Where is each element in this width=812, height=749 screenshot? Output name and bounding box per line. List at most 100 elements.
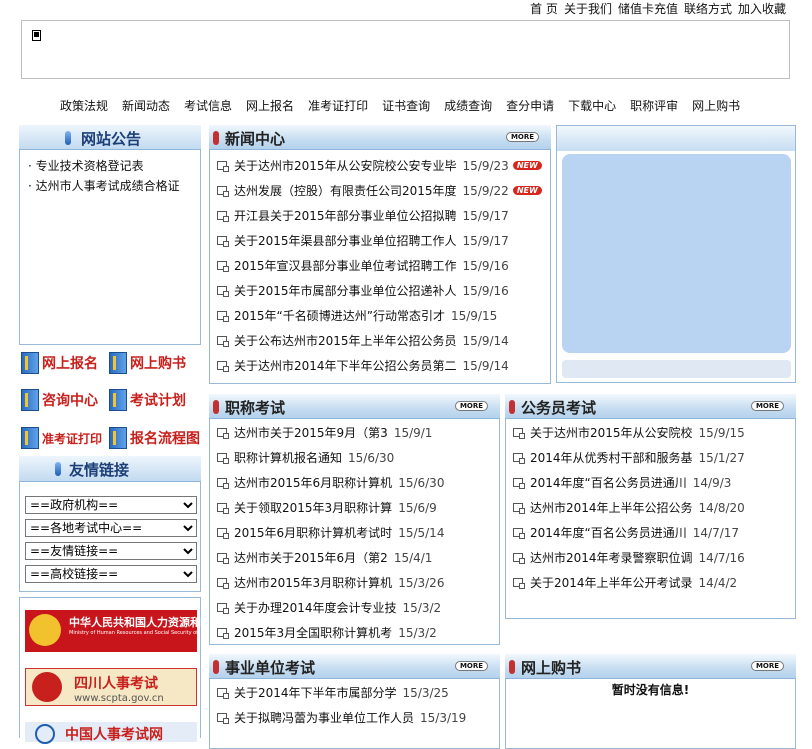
news-row[interactable]: 关于公布达州市2015年上半年公招公务员 15/9/14 [210,328,550,353]
news-row[interactable]: 关于达州市2014年下半年公招公务员第二 15/9/14 [210,353,550,378]
logo-panel: 中华人民共和国人力资源和社会保障部 Ministry of Human Reso… [19,597,256,744]
news-link[interactable]: 关于2015年市属部分事业单位公招递补人 [234,282,457,299]
top-link[interactable]: 储值卡充值 [618,0,678,18]
announcement-item[interactable]: · 专业技术资格登记表 [28,156,200,176]
title_exam-link[interactable]: 关于领取2015年3月职称计算 [234,499,392,516]
news-date: 15/9/17 [462,208,509,223]
public-inst-more-button[interactable]: MORE [455,661,488,671]
civil-link[interactable]: 达州市2014年上半年公招公务 [530,499,693,516]
new-badge-icon: NEW [512,186,542,195]
civil-link[interactable]: 2014年度“百名公务员进通川 [530,524,687,541]
title_exam-link[interactable]: 达州市2015年6月职称计算机 [234,474,392,491]
news-link[interactable]: 关于达州市2015年从公安院校公安专业毕 [234,157,457,174]
news-link[interactable]: 2015年“千名硕博进达州”行动常态引才 [234,307,445,324]
public_inst-link[interactable]: 关于2014年下半年市属部分学 [234,684,397,701]
scpta-logo-link[interactable]: 四川人事考试 www.scpta.gov.cn [25,668,197,706]
quick-link[interactable]: 报名流程图 [109,427,200,449]
quick-link[interactable]: 咨询中心 [21,389,98,411]
news-row[interactable]: 关于2015年渠县部分事业单位招聘工作人 15/9/17 [210,228,550,253]
top-link[interactable]: 加入收藏 [738,0,786,18]
quick-link[interactable]: 网上报名 [21,352,98,374]
title_exam-link[interactable]: 达州市关于2015年6月（第2 [234,549,388,566]
news-more-button[interactable]: MORE [506,132,539,142]
player-controls[interactable] [562,360,791,378]
news-link[interactable]: 开江县关于2015年部分事业单位公招拟聘 [234,207,457,224]
public_inst-row[interactable]: 关于拟聘冯蕾为事业单位工作人员 15/3/19 [210,705,499,730]
title-exam-more-button[interactable]: MORE [455,401,488,411]
news-link[interactable]: 关于公布达州市2015年上半年公招公务员 [234,332,457,349]
quick-link[interactable]: 网上购书 [109,352,186,374]
top-link[interactable]: 首 页 [530,0,558,18]
civil-link[interactable]: 2014年度“百名公务员进通川 [530,474,687,491]
quick-link[interactable]: 准考证打印 [21,427,102,449]
civil-row[interactable]: 2014年度“百名公务员进通川 14/7/17 [506,520,795,545]
nav-item[interactable]: 网上购书 [692,97,740,114]
title_exam-link[interactable]: 关于办理2014年度会计专业技 [234,599,397,616]
public_inst-link[interactable]: 关于拟聘冯蕾为事业单位工作人员 [234,709,414,726]
top-link[interactable]: 关于我们 [564,0,612,18]
news-row[interactable]: 2015年“千名硕博进达州”行动常态引才 15/9/15 [210,303,550,328]
books-more-button[interactable]: MORE [751,661,784,671]
news-link[interactable]: 达州发展（控股）有限责任公司2015年度 [234,182,457,199]
civil-link[interactable]: 2014年从优秀村干部和服务基 [530,449,693,466]
news-row[interactable]: 2015年宣汉县部分事业单位考试招聘工作 15/9/16 [210,253,550,278]
news-link[interactable]: 关于达州市2014年下半年公招公务员第二 [234,357,457,374]
nav-item[interactable]: 证书查询 [382,97,430,114]
civil-row[interactable]: 关于2014年上半年公开考试录 14/4/2 [506,570,795,595]
news-link[interactable]: 关于2015年渠县部分事业单位招聘工作人 [234,232,457,249]
civil-more-button[interactable]: MORE [751,401,784,411]
nav-item[interactable]: 成绩查询 [444,97,492,114]
nav-item[interactable]: 网上报名 [246,97,294,114]
title_exam-row[interactable]: 2015年6月职称计算机考试时 15/5/14 [210,520,499,545]
news-row[interactable]: 达州发展（控股）有限责任公司2015年度 15/9/22 NEW [210,178,550,203]
title_exam-row[interactable]: 达州市关于2015年6月（第2 15/4/1 [210,545,499,570]
title_exam-link[interactable]: 达州市关于2015年9月（第3 [234,424,388,441]
friend-link-select[interactable]: ==高校链接== [25,565,197,583]
civil-link[interactable]: 达州市2014年考录警察职位调 [530,549,693,566]
civil-date: 14/7/16 [698,550,745,565]
friend-link-select[interactable]: ==政府机构== [25,496,197,514]
friend-link-select[interactable]: ==各地考试中心== [25,519,197,537]
title_exam-row[interactable]: 关于办理2014年度会计专业技 15/3/2 [210,595,499,620]
title_exam-link[interactable]: 2015年3月全国职称计算机考 [234,624,392,641]
title_exam-link[interactable]: 职称计算机报名通知 [234,449,342,466]
news-row[interactable]: 关于2015年市属部分事业单位公招递补人 15/9/16 [210,278,550,303]
nav-item[interactable]: 查分申请 [506,97,554,114]
news-link[interactable]: 2015年宣汉县部分事业单位考试招聘工作 [234,257,457,274]
civil-link[interactable]: 关于2014年上半年公开考试录 [530,574,693,591]
civil-row[interactable]: 2014年度“百名公务员进通川 14/9/3 [506,470,795,495]
mohrss-logo-link[interactable]: 中华人民共和国人力资源和社会保障部 Ministry of Human Reso… [25,610,256,652]
title_exam-link[interactable]: 2015年6月职称计算机考试时 [234,524,392,541]
title_exam-row[interactable]: 达州市关于2015年9月（第3 15/9/1 [210,420,499,445]
title_exam-row[interactable]: 达州市2015年6月职称计算机 15/6/30 [210,470,499,495]
civil-row[interactable]: 达州市2014年上半年公招公务 14/8/20 [506,495,795,520]
friend-link-select[interactable]: ==友情链接== [25,542,197,560]
media-panel [556,125,796,383]
public_inst-row[interactable]: 关于2014年下半年市属部分学 15/3/25 [210,680,499,705]
title_exam-row[interactable]: 关于领取2015年3月职称计算 15/6/9 [210,495,499,520]
civil-row[interactable]: 达州市2014年考录警察职位调 14/7/16 [506,545,795,570]
civil-link[interactable]: 关于达州市2015年从公安院校 [530,424,693,441]
top-link[interactable]: 联络方式 [684,0,732,18]
nav-item[interactable]: 下载中心 [568,97,616,114]
title_exam-link[interactable]: 达州市2015年3月职称计算机 [234,574,392,591]
title_exam-row[interactable]: 2015年3月全国职称计算机考 15/3/2 [210,620,499,645]
cpta-logo-link[interactable]: 中国人事考试网 [25,722,197,744]
nav-item[interactable]: 新闻动态 [122,97,170,114]
civil-row[interactable]: 2014年从优秀村干部和服务基 15/1/27 [506,445,795,470]
nav-item[interactable]: 政策法规 [60,97,108,114]
news-row[interactable]: 开江县关于2015年部分事业单位公招拟聘 15/9/17 [210,203,550,228]
quick-link[interactable]: 考试计划 [109,389,186,411]
news-row[interactable]: 关于达州市2015年从公安院校公安专业毕 15/9/23 NEW [210,153,550,178]
civil-row[interactable]: 关于达州市2015年从公安院校 15/9/15 [506,420,795,445]
document-icon [217,161,229,172]
title_exam-row[interactable]: 达州市2015年3月职称计算机 15/3/26 [210,570,499,595]
title_exam-row[interactable]: 职称计算机报名通知 15/6/30 [210,445,499,470]
nav-item[interactable]: 准考证打印 [308,97,368,114]
news-date: 15/9/14 [462,358,509,373]
video-player[interactable] [562,154,791,353]
announcement-item[interactable]: · 达州市人事考试成绩合格证 [28,176,200,196]
nav-item[interactable]: 考试信息 [184,97,232,114]
nav-item[interactable]: 职称评审 [630,97,678,114]
banner [21,20,790,79]
